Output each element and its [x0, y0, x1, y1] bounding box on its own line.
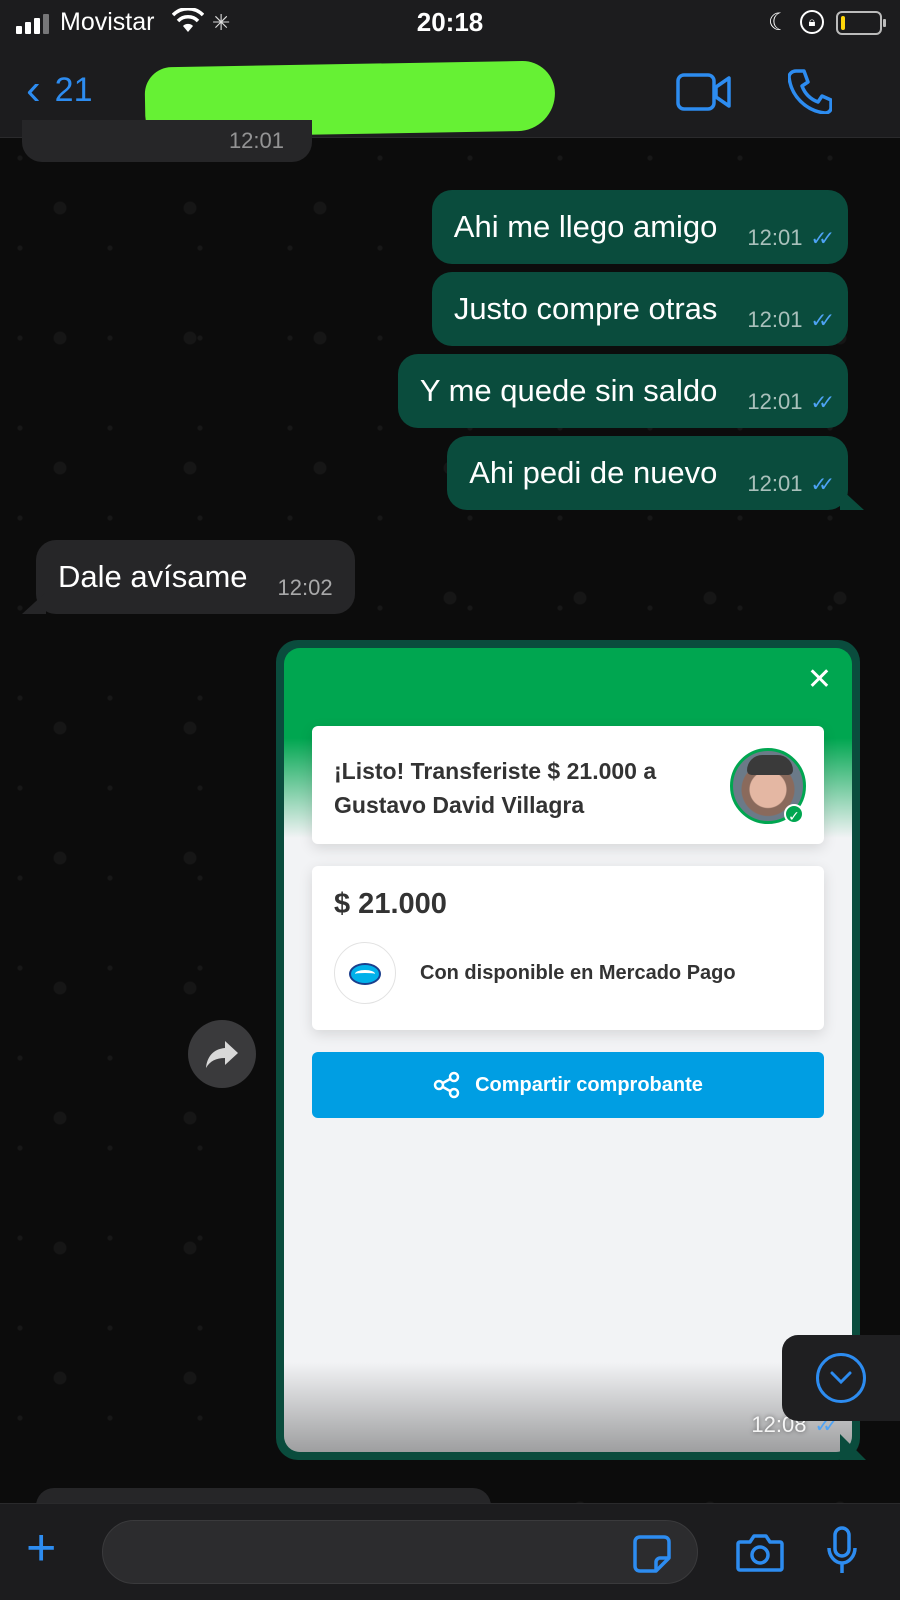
message-time: 12:01: [747, 225, 803, 250]
image-bottom-shade: [284, 1362, 852, 1452]
close-icon: ✕: [806, 663, 832, 696]
camera-icon[interactable]: [736, 1532, 784, 1577]
transfer-confirmation-card: ¡Listo! Transferiste $ 21.000 a Gustavo …: [312, 726, 824, 844]
status-time: 20:18: [416, 7, 484, 37]
message-time: 12:01: [747, 389, 803, 414]
message-input[interactable]: [125, 1535, 625, 1571]
forward-arrow-icon: [206, 1041, 238, 1068]
battery-icon: [836, 11, 886, 35]
message-bubble-outgoing[interactable]: Justo compre otras 12:01 ✓✓: [431, 272, 848, 346]
message-input-bar: +: [0, 1503, 900, 1600]
message-bubble-outgoing[interactable]: Ahi me llego amigo 12:01 ✓✓: [431, 190, 848, 264]
read-ticks-icon: ✓✓: [810, 309, 834, 332]
image-message[interactable]: ✕ ¡Listo! Transferiste $ 21.000 a Gustav…: [276, 640, 860, 1460]
message-text: Ahi me llego amigo: [453, 209, 718, 244]
message-text: Y me quede sin saldo: [419, 373, 718, 408]
rotation-lock-icon: 🔒︎: [800, 10, 824, 34]
message-bubble-incoming-partial[interactable]: 12:01: [22, 120, 312, 162]
payment-method: Con disponible en Mercado Pago: [420, 962, 736, 984]
unread-count: 21: [54, 70, 93, 109]
read-ticks-icon: ✓✓: [810, 227, 834, 250]
transfer-title: ¡Listo! Transferiste $ 21.000 a Gustavo …: [334, 758, 657, 818]
message-time: 12:02: [277, 575, 333, 600]
share-icon: [433, 1071, 460, 1099]
message-time: 12:01: [228, 128, 284, 153]
message-time: 12:01: [747, 307, 803, 332]
phone-call-icon[interactable]: [787, 68, 833, 119]
message-bubble-incoming[interactable]: Dale avísame 12:02: [36, 540, 355, 614]
payment-receipt-screenshot[interactable]: ✕ ¡Listo! Transferiste $ 21.000 a Gustav…: [284, 648, 852, 1452]
message-time: 12:01: [747, 471, 803, 496]
transfer-amount: $ 21.000: [334, 888, 447, 920]
chevron-down-icon: [816, 1353, 866, 1403]
status-bar: Movistar ✳ 20:18 ☾ 🔒︎: [0, 0, 900, 46]
attach-plus-icon[interactable]: +: [26, 1522, 56, 1574]
video-call-icon[interactable]: [676, 72, 732, 117]
chevron-left-icon: ‹: [26, 65, 41, 114]
message-bubble-outgoing[interactable]: Ahi pedi de nuevo 12:01 ✓✓: [447, 436, 848, 510]
share-receipt-button: Compartir comprobante: [312, 1052, 824, 1118]
transfer-detail-card: $ 21.000 Con disponible en Mercado Pago: [312, 866, 824, 1030]
share-receipt-label: Compartir comprobante: [475, 1073, 703, 1096]
read-ticks-icon: ✓✓: [810, 391, 834, 414]
sticker-icon[interactable]: [632, 1534, 672, 1579]
message-text: Dale avísame: [58, 559, 248, 594]
scroll-to-bottom-button[interactable]: [782, 1335, 900, 1421]
microphone-icon[interactable]: [826, 1526, 858, 1581]
message-text: Ahi pedi de nuevo: [469, 455, 718, 490]
message-text: Justo compre otras: [453, 291, 718, 326]
forward-button[interactable]: [188, 1020, 256, 1088]
message-field-wrapper[interactable]: [102, 1520, 698, 1584]
mercado-pago-logo-icon: [334, 942, 396, 1004]
verified-check-icon: ✓: [784, 804, 804, 824]
read-ticks-icon: ✓✓: [810, 473, 834, 496]
back-button[interactable]: ‹ 21: [26, 68, 92, 112]
do-not-disturb-icon: ☾: [768, 9, 790, 36]
message-bubble-outgoing[interactable]: Y me quede sin saldo 12:01 ✓✓: [397, 354, 848, 428]
